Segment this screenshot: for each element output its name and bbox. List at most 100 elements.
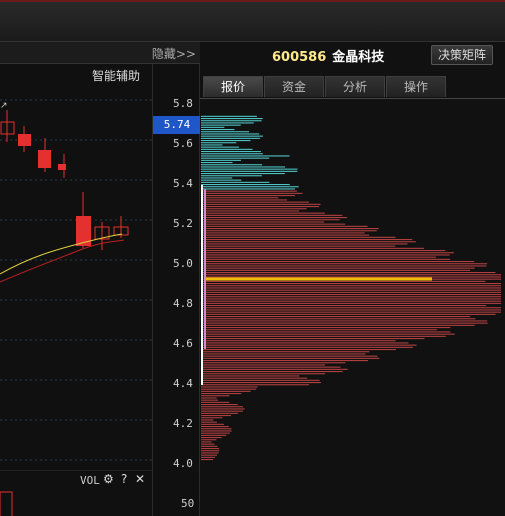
chip-bar [201,368,348,370]
chip-bar [201,333,455,335]
chip-panel: 600586 金晶科技 决策矩阵 报价 资金 分析 操作 [200,42,505,516]
chip-bar [201,428,232,430]
chip-bar [201,441,212,443]
chip-bar [201,146,239,148]
chip-bar [201,269,470,271]
chip-bar [201,379,320,381]
hide-button[interactable]: 隐藏>> [152,45,196,62]
chip-bar [201,327,451,329]
chip-bar [201,316,471,318]
chip-bar [201,210,300,212]
chip-bar [201,247,425,249]
chip-bar [201,214,343,216]
chip-bar [201,283,501,285]
chip-bar [201,217,348,219]
chip-bar [201,419,214,421]
chip-bar [201,239,413,241]
chip-bar [201,289,501,291]
chip-bar [201,157,270,159]
chip-bar [201,373,326,375]
chip-bar [201,331,451,333]
chip-bar [201,155,290,157]
chip-bar [201,437,222,439]
chip-bar [201,177,233,179]
tab-operation[interactable]: 操作 [386,76,446,97]
chip-bar [201,263,488,265]
chip-bar [201,443,215,445]
chip-bar [201,344,417,346]
chip-bar [201,199,287,201]
chip-bar [201,454,217,456]
volume-tick: 50 [181,497,195,510]
chip-bar [201,410,243,412]
chip-bar [201,280,486,282]
chip-bar [201,122,254,124]
price-tick: 4.4 [173,377,193,390]
chip-bar [201,309,501,311]
chip-bar [201,276,501,278]
kline-header: 隐藏>> [0,42,200,64]
tab-analysis[interactable]: 分析 [325,76,385,97]
chip-bar [201,166,285,168]
chip-bar [201,375,300,377]
chip-bar [201,144,223,146]
help-icon[interactable]: ? [121,472,127,486]
chip-bar [201,135,263,137]
chip-bar [201,448,220,450]
chip-bar [201,362,346,364]
chip-bar [201,421,217,423]
chip-bar [201,153,263,155]
chip-bar [201,426,229,428]
chip-bar [201,335,446,337]
chip-bar [201,129,235,131]
chip-bar [201,168,298,170]
vol-label: VOL [80,474,100,487]
concentration-bracket [201,185,203,385]
chip-bar [201,232,365,234]
chip-bar [201,162,233,164]
chip-bar [201,318,476,320]
chip-bar [201,223,346,225]
chip-bar [201,133,260,135]
chip-bar [201,430,232,432]
chip-bar [201,291,501,293]
chip-bar [201,296,501,298]
chip-bar [201,364,325,366]
chip-bar [201,241,416,243]
price-tick: 5.6 [173,137,193,150]
chip-bar [201,353,366,355]
svg-text:↗: ↗ [0,101,8,111]
chip-bar [201,408,245,410]
chip-bar [201,197,279,199]
gear-icon[interactable]: ⚙ [103,472,114,486]
chip-bar [201,307,501,309]
tab-quote[interactable]: 报价 [203,76,263,97]
chip-bar [201,397,217,399]
price-axis: 5.8 5.74 5.6 5.4 5.2 5.0 4.8 4.6 4.4 4.2… [152,64,201,516]
chip-bar [201,192,303,194]
chip-bar [201,417,223,419]
chip-bar [201,228,379,230]
chip-bar [201,377,308,379]
tab-funds[interactable]: 资金 [264,76,324,97]
chip-bar [201,302,501,304]
chip-bar [201,188,295,190]
chip-bar [201,252,454,254]
chip-bar [201,206,320,208]
chip-bar [201,322,488,324]
chip-distribution-area [200,98,505,516]
chip-bar [201,434,227,436]
chip-bar [201,159,241,161]
chip-bar [201,179,242,181]
chip-bar [201,186,299,188]
close-icon[interactable]: ✕ [135,472,145,486]
chip-distribution-chart [201,115,501,461]
decision-matrix-button[interactable]: 决策矩阵 [431,45,493,65]
chip-bar [201,203,321,205]
chip-bar [201,120,262,122]
chip-bar [201,140,251,142]
volume-separator [0,470,152,471]
chip-bar [201,267,475,269]
chip-bar [201,254,450,256]
chip-bar [201,386,258,388]
